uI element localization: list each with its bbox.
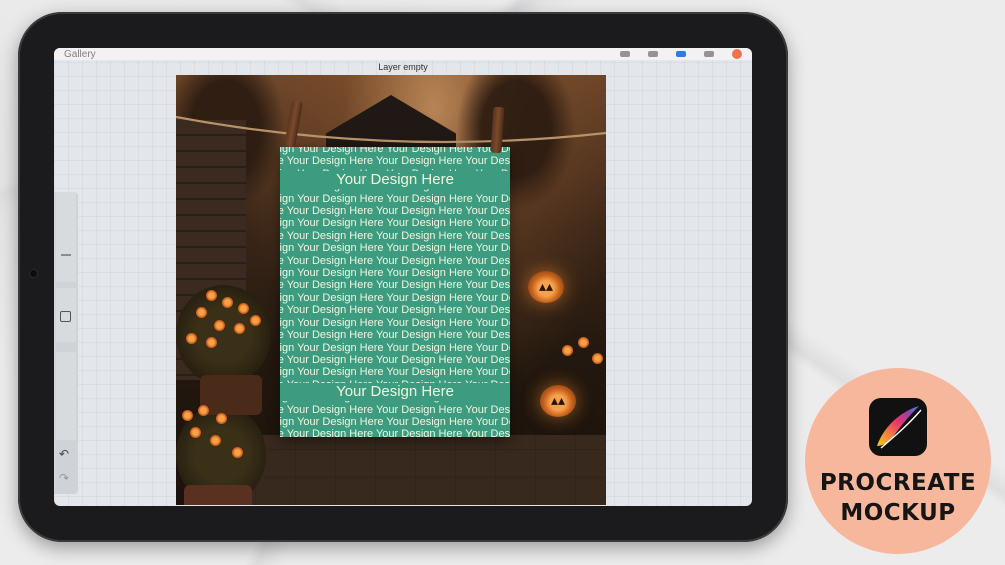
pattern-line: Design Your Design Here Your Design Here…: [280, 217, 510, 230]
marigold: [198, 405, 209, 416]
pattern-line: Design Your Design Here Your Design Here…: [280, 242, 510, 255]
pattern-line: Here Your Design Here Your Design Here Y…: [280, 279, 510, 292]
marigold: [592, 353, 603, 364]
pattern-line: Here Your Design Here Your Design Here Y…: [280, 403, 510, 416]
pattern-line: Design Your Design Here Your Design Here…: [280, 366, 510, 379]
pattern-line: Here Your Design Here Your Design Here Y…: [280, 229, 510, 242]
marigold: [190, 427, 201, 438]
camera-icon: [30, 270, 37, 277]
flower-pot: [200, 375, 262, 415]
pattern-line: Here Your Design Here Your Design Here Y…: [280, 155, 510, 168]
smudge-icon[interactable]: [648, 51, 658, 57]
eraser-icon[interactable]: [676, 51, 686, 57]
stone-path: [236, 435, 606, 505]
marigold: [250, 315, 261, 326]
slider-handle[interactable]: [61, 254, 71, 256]
layers-icon[interactable]: [704, 51, 714, 57]
pattern-line: Design Your Design Here Your Design Here…: [280, 192, 510, 205]
marigold: [182, 410, 193, 421]
marigold: [206, 337, 217, 348]
tea-towel-mockup: Design Your Design Here Your Design Here…: [280, 147, 510, 437]
pattern-line: Here Your Design Here Your Design Here Y…: [280, 205, 510, 218]
marigold: [216, 413, 227, 424]
pattern-line: Design Your Design Here Your Design Here…: [280, 316, 510, 329]
design-headline: Your Design Here: [280, 383, 510, 401]
redo-icon[interactable]: ↷: [59, 471, 69, 485]
jack-o-lantern: ▴▴: [540, 385, 576, 417]
top-toolbar: Gallery: [54, 48, 752, 60]
flower-pot: [184, 485, 252, 505]
layer-status-label: Layer empty: [378, 62, 428, 72]
left-sidebar: ↶ ↷: [54, 192, 78, 494]
gallery-button[interactable]: Gallery: [64, 49, 96, 60]
pattern-line: Here Your Design Here Your Design Here Y…: [280, 353, 510, 366]
marigold: [238, 303, 249, 314]
marigold: [210, 435, 221, 446]
badge-line-1: PROCREATE: [819, 470, 977, 496]
marigold: [206, 290, 217, 301]
opacity-slider[interactable]: [56, 352, 76, 440]
marigold: [562, 345, 573, 356]
pattern-line: Design Your Design Here Your Design Here…: [280, 147, 510, 155]
marigold: [232, 447, 243, 458]
design-headline: Your Design Here: [280, 171, 510, 189]
marigold: [578, 337, 589, 348]
marigold: [222, 297, 233, 308]
procreate-mockup-badge: PROCREATE MOCKUP: [805, 368, 991, 554]
tool-group: [620, 49, 742, 59]
marigold: [214, 320, 225, 331]
pattern-line: Design Your Design Here Your Design Here…: [280, 267, 510, 280]
procreate-screen: Gallery Layer empty ↶ ↷ ▴▴ ▴▴ ign Your D…: [54, 48, 752, 506]
color-picker-icon[interactable]: [732, 49, 742, 59]
pattern-line: Here Your Design Here Your Design Here Y…: [280, 428, 510, 437]
marigold: [234, 323, 245, 334]
undo-icon[interactable]: ↶: [59, 447, 69, 461]
badge-title: PROCREATE MOCKUP: [805, 468, 991, 528]
brush-icon[interactable]: [620, 51, 630, 57]
pattern-line: Design Your Design Here Your Design Here…: [280, 415, 510, 428]
marigold: [196, 307, 207, 318]
pattern-line: Here Your Design Here Your Design Here Y…: [280, 304, 510, 317]
badge-line-2: MOCKUP: [840, 500, 956, 526]
brush-size-slider[interactable]: [56, 192, 76, 282]
pattern-line: Here Your Design Here Your Design Here Y…: [280, 254, 510, 267]
pattern-line: Design Your Design Here Your Design Here…: [280, 291, 510, 304]
marigold: [186, 333, 197, 344]
pattern-line: Here Your Design Here Your Design Here Y…: [280, 329, 510, 342]
pattern-line: Design Your Design Here Your Design Here…: [280, 341, 510, 354]
procreate-icon: [869, 398, 927, 456]
square-icon[interactable]: [60, 311, 71, 322]
jack-o-lantern: ▴▴: [528, 271, 564, 303]
artwork-canvas[interactable]: ▴▴ ▴▴ Design Your Design Here Your Desig…: [176, 75, 606, 505]
ipad-frame: Gallery Layer empty ↶ ↷ ▴▴ ▴▴ ign Your D…: [18, 12, 788, 542]
